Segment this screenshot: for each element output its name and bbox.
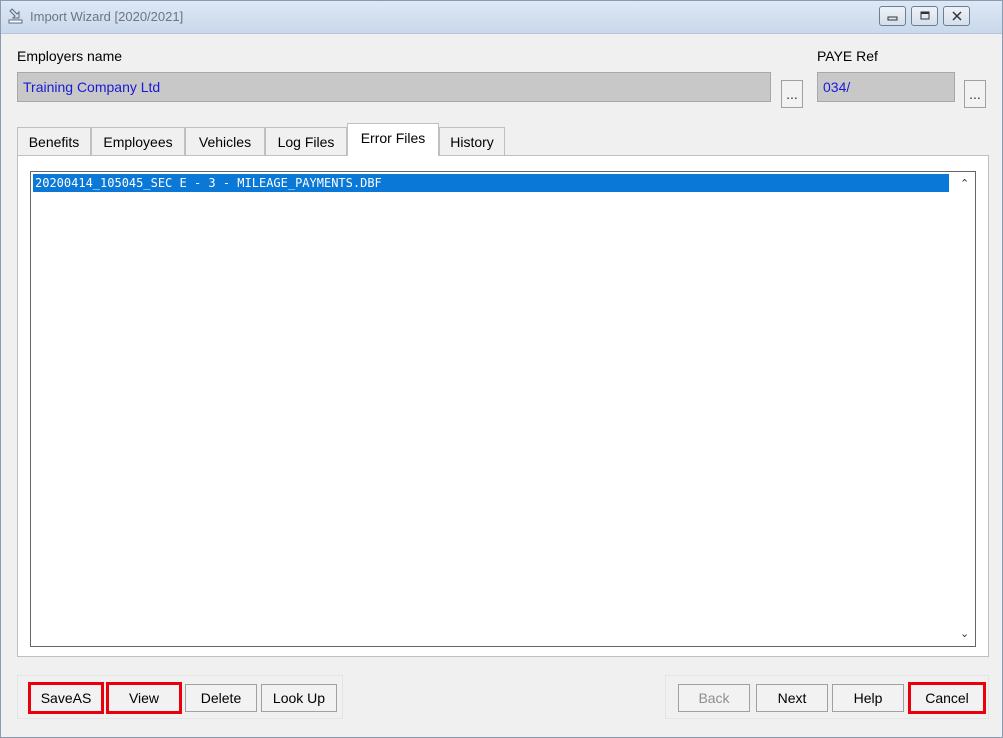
minimize-button[interactable] [879, 6, 906, 26]
tab-vehicles[interactable]: Vehicles [185, 127, 265, 155]
tab-error-files[interactable]: Error Files [347, 123, 439, 156]
tab-employees[interactable]: Employees [91, 127, 185, 155]
window-title: Import Wizard [2020/2021] [30, 9, 184, 24]
next-button[interactable]: Next [756, 684, 828, 712]
import-wizard-window: Import Wizard [2020/2021] Employers name… [0, 0, 1003, 738]
list-item[interactable]: 20200414_105045_SEC E - 3 - MILEAGE_PAYM… [33, 174, 949, 192]
scroll-up-icon[interactable]: ⌃ [960, 177, 969, 190]
left-button-group: SaveAS View Delete Look Up [17, 675, 343, 719]
employer-browse-button[interactable]: ... [781, 80, 803, 108]
error-files-list[interactable]: 20200414_105045_SEC E - 3 - MILEAGE_PAYM… [30, 171, 976, 647]
back-button[interactable]: Back [678, 684, 750, 712]
help-button[interactable]: Help [832, 684, 904, 712]
paye-ref-label: PAYE Ref [817, 48, 878, 64]
right-button-group: Back Next Help Cancel [665, 675, 989, 719]
app-icon [8, 8, 23, 24]
close-icon [952, 11, 962, 21]
look-up-button[interactable]: Look Up [261, 684, 337, 712]
cancel-button[interactable]: Cancel [908, 682, 986, 714]
tab-history[interactable]: History [439, 127, 505, 155]
tab-benefits[interactable]: Benefits [17, 127, 91, 155]
tab-log-files[interactable]: Log Files [265, 127, 347, 155]
restore-icon [920, 11, 930, 20]
list-scrollbar[interactable]: ⌃ ⌄ [957, 173, 974, 645]
scroll-down-icon[interactable]: ⌄ [960, 627, 969, 640]
employers-name-field[interactable]: Training Company Ltd [17, 72, 771, 102]
employers-name-label: Employers name [17, 48, 123, 64]
restore-button[interactable] [911, 6, 938, 26]
minimize-icon [887, 16, 898, 21]
close-button[interactable] [943, 6, 970, 26]
delete-button[interactable]: Delete [185, 684, 257, 712]
saveas-button[interactable]: SaveAS [28, 682, 104, 714]
paye-ref-field[interactable]: 034/ [817, 72, 955, 102]
view-button[interactable]: View [106, 682, 182, 714]
title-bar[interactable]: Import Wizard [2020/2021] [1, 1, 1002, 34]
error-files-panel: 20200414_105045_SEC E - 3 - MILEAGE_PAYM… [17, 155, 989, 657]
paye-browse-button[interactable]: ... [964, 80, 986, 108]
